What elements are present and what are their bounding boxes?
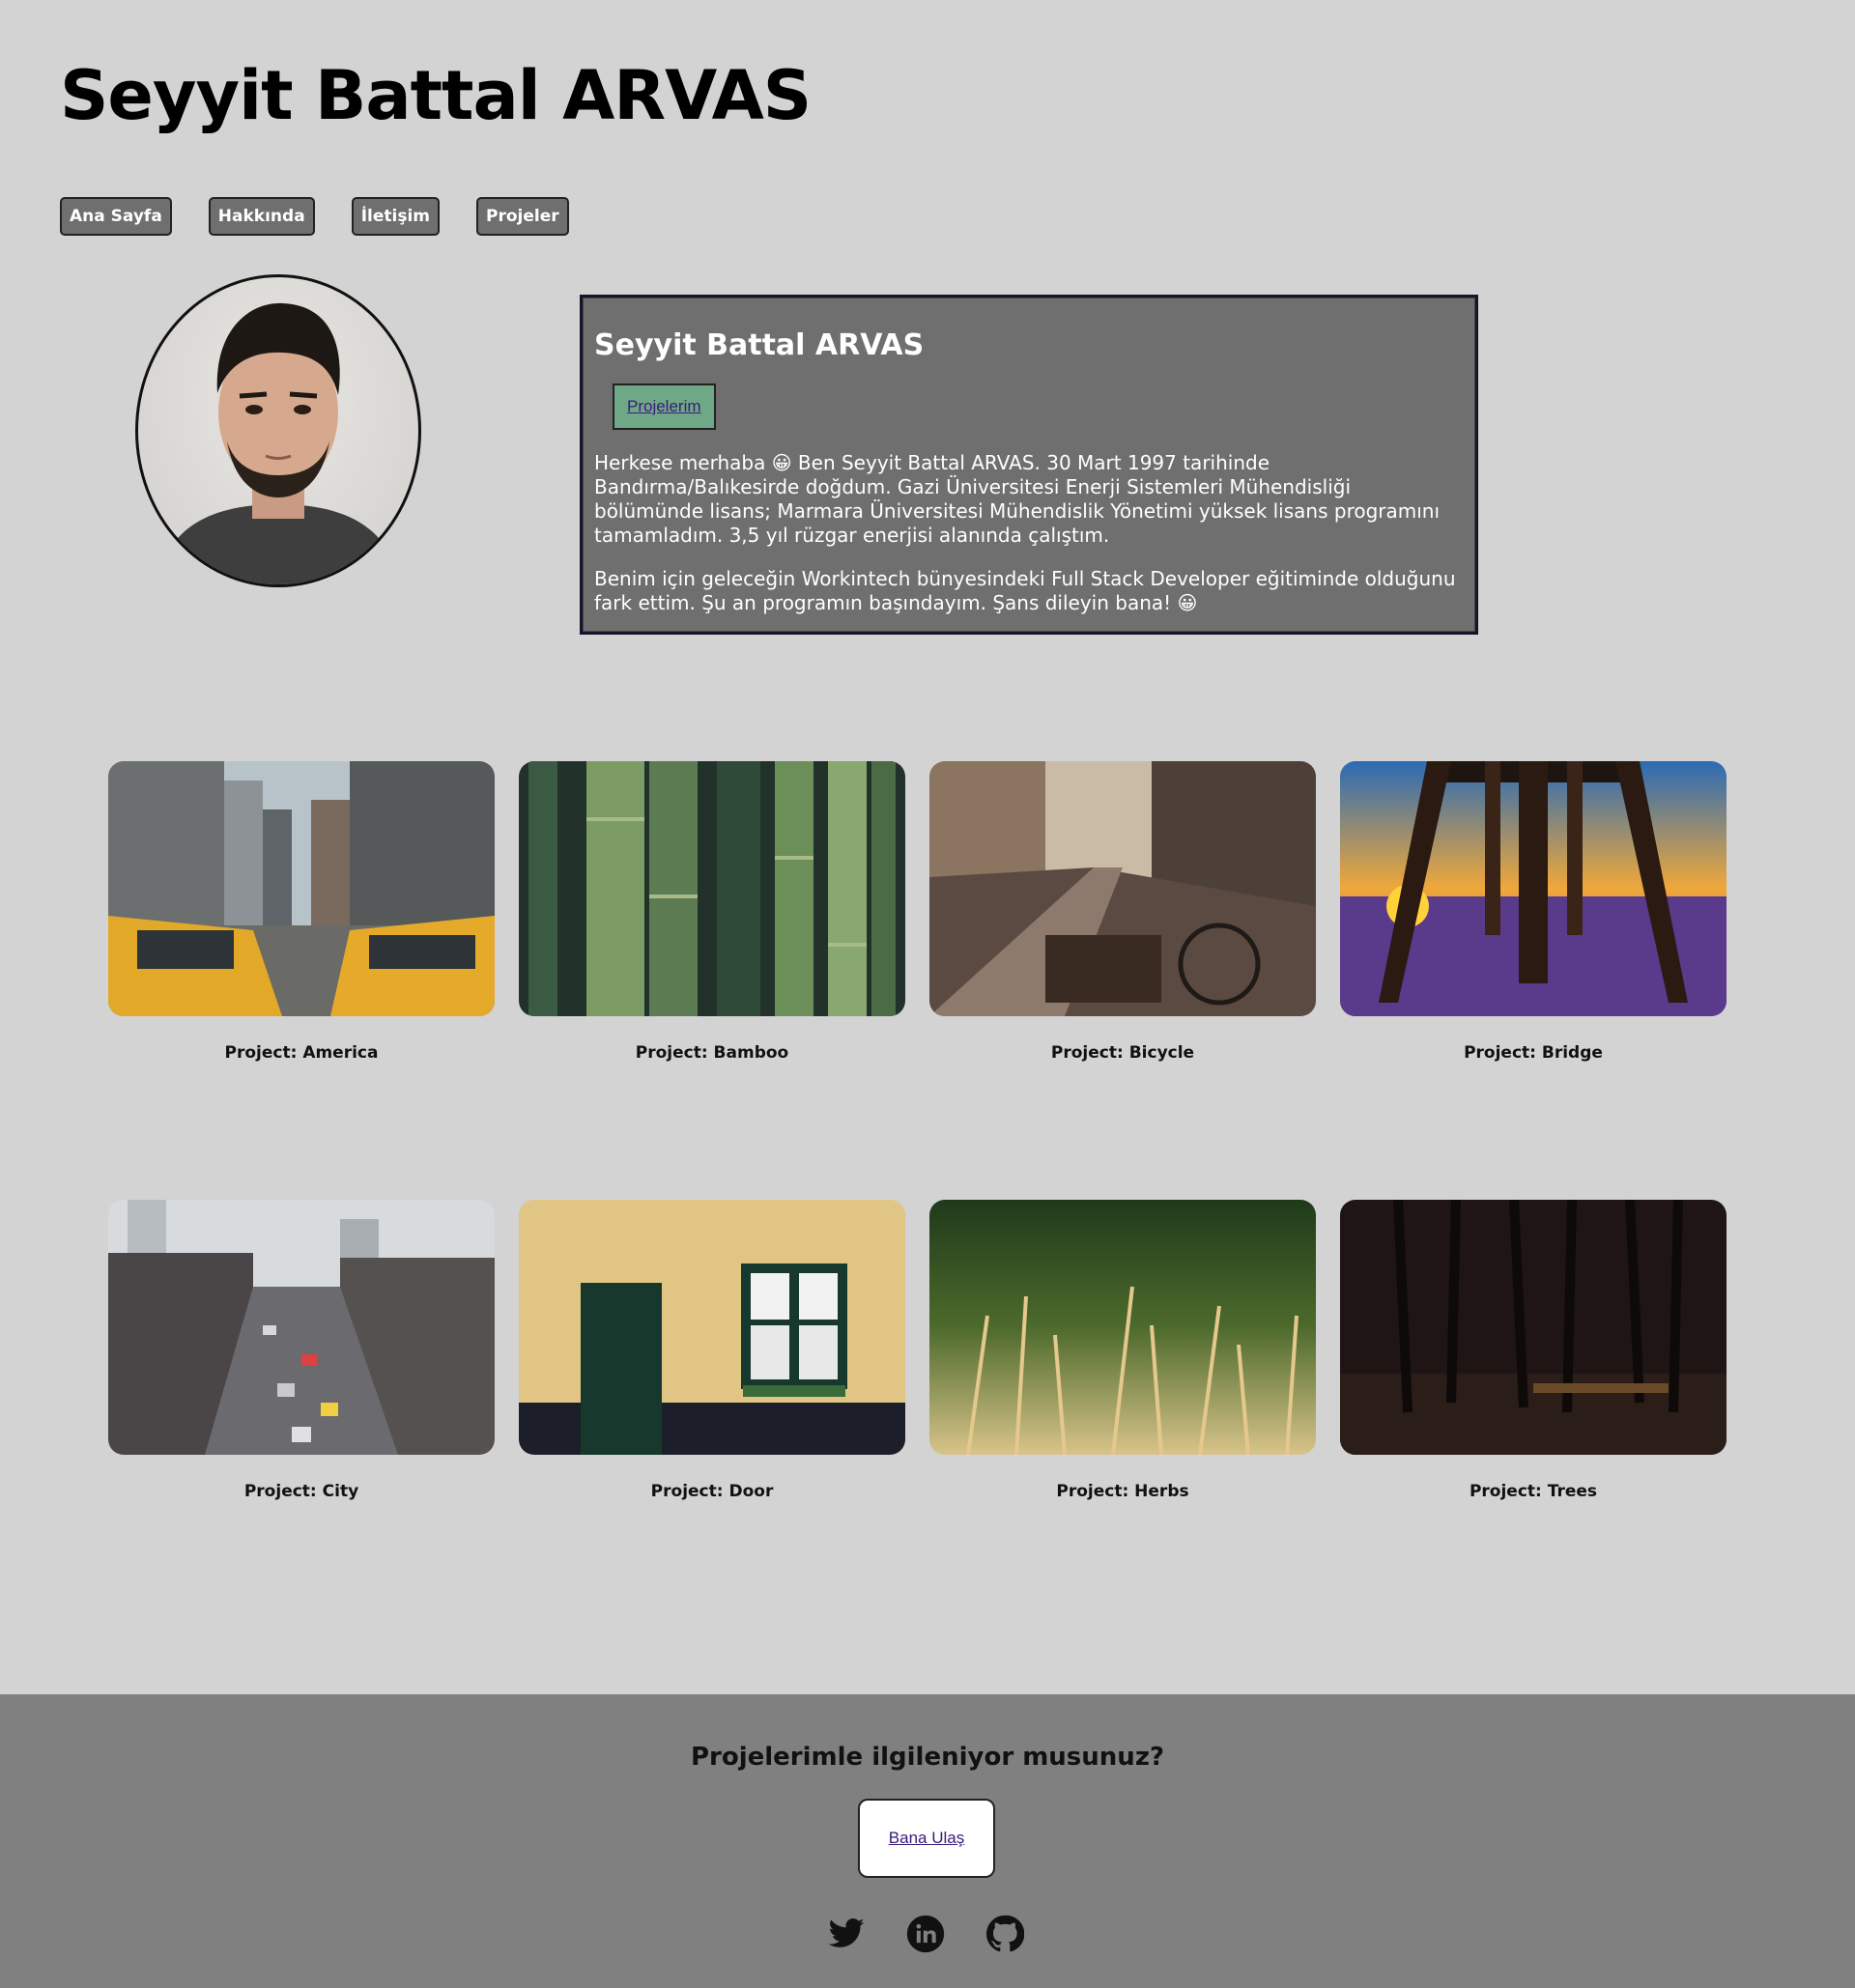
- project-image-america[interactable]: [108, 761, 495, 1016]
- project-caption: Project: Bridge: [1464, 1043, 1603, 1063]
- project-caption: Project: Door: [650, 1482, 774, 1501]
- project-caption: Project: Herbs: [1056, 1482, 1189, 1501]
- project-image-door[interactable]: [519, 1200, 905, 1455]
- github-icon[interactable]: [985, 1915, 1024, 1953]
- site-title: Seyyit Battal ARVAS: [60, 56, 812, 135]
- nav-home-button[interactable]: Ana Sayfa: [60, 197, 172, 236]
- bio-paragraph-1: Herkese merhaba 😀 Ben Seyyit Battal ARVA…: [594, 451, 1441, 547]
- project-image-bicycle[interactable]: [929, 761, 1316, 1016]
- bio-panel: Seyyit Battal ARVAS Projelerim Herkese m…: [580, 295, 1478, 635]
- twitter-icon[interactable]: [827, 1915, 866, 1953]
- project-caption: Project: Bamboo: [635, 1043, 789, 1063]
- project-image-trees[interactable]: [1340, 1200, 1727, 1455]
- project-caption: Project: Bicycle: [1050, 1043, 1195, 1063]
- contact-me-button[interactable]: Bana Ulaş: [858, 1799, 995, 1878]
- profile-photo: [135, 274, 421, 587]
- nav-about-button[interactable]: Hakkında: [208, 197, 315, 236]
- project-caption: Project: Trees: [1469, 1482, 1598, 1501]
- project-caption: Project: America: [224, 1043, 379, 1063]
- main-nav: Ana Sayfa Hakkında İletişim Projeler: [60, 197, 569, 236]
- nav-projects-button[interactable]: Projeler: [475, 197, 569, 236]
- project-image-bamboo[interactable]: [519, 761, 905, 1016]
- bio-name: Seyyit Battal ARVAS: [594, 328, 925, 362]
- footer: Projelerimle ilgileniyor musunuz? Bana U…: [0, 1694, 1855, 1988]
- cta-question: Projelerimle ilgileniyor musunuz?: [690, 1743, 1165, 1772]
- project-image-bridge[interactable]: [1340, 761, 1727, 1016]
- linkedin-icon[interactable]: [906, 1915, 945, 1953]
- my-projects-button[interactable]: Projelerim: [613, 383, 716, 430]
- project-caption: Project: City: [243, 1482, 359, 1501]
- social-links: [827, 1915, 1024, 1953]
- project-image-herbs[interactable]: [929, 1200, 1316, 1455]
- project-image-city[interactable]: [108, 1200, 495, 1455]
- nav-contact-button[interactable]: İletişim: [351, 197, 440, 236]
- bio-paragraph-2: Benim için geleceğin Workintech bünyesin…: [594, 567, 1456, 614]
